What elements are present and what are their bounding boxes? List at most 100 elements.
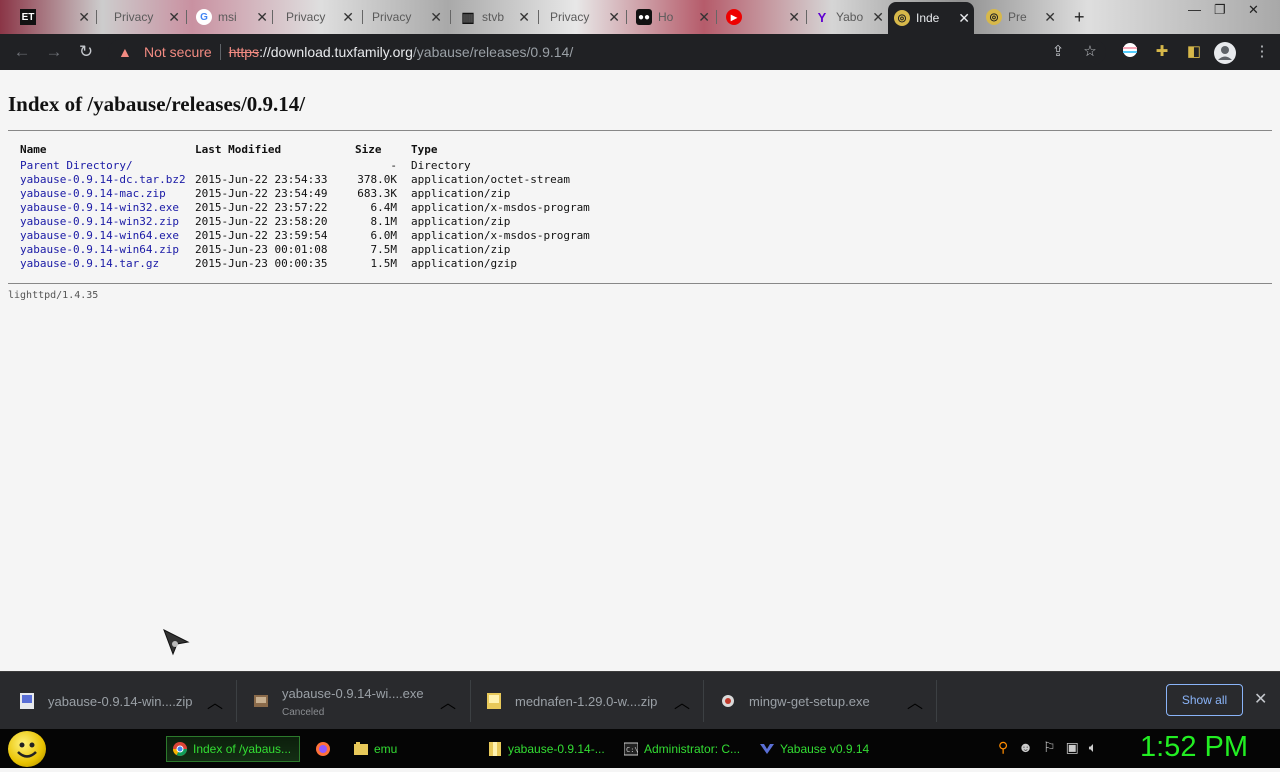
start-button[interactable]: [8, 731, 46, 767]
col-name[interactable]: Name: [20, 141, 195, 158]
taskbar-label: Index of /yabaus...: [193, 742, 292, 756]
download-item-2[interactable]: yabause-0.9.14-wi....exe Canceled: [254, 672, 424, 730]
close-tab-icon[interactable]: ✕: [1044, 9, 1056, 26]
download-item-4[interactable]: mingw-get-setup.exe: [721, 672, 870, 730]
device-icon[interactable]: ▣: [1066, 739, 1079, 756]
bookmark-star-icon[interactable]: ☆: [1080, 42, 1100, 62]
chevron-up-icon[interactable]: ︿: [907, 672, 923, 730]
tab-6[interactable]: ▥ stvb ✕: [454, 4, 534, 30]
security-status[interactable]: Not secure: [144, 44, 212, 60]
taskbar-item-yabause[interactable]: Yabause v0.9.14: [754, 736, 875, 762]
address-bar[interactable]: ▲ Not secure https://download.tuxfamily.…: [108, 39, 1106, 65]
tab-5[interactable]: Privacy ✕: [366, 4, 446, 30]
tab-label: Inde: [916, 11, 940, 25]
show-all-downloads-button[interactable]: Show all: [1166, 684, 1243, 716]
tab-active[interactable]: ◎ Inde ✕: [888, 2, 974, 34]
type-cell: application/gzip: [411, 256, 517, 270]
size-cell: 378.0K: [357, 172, 397, 186]
taskbar-label: Yabause v0.9.14: [780, 742, 870, 756]
tab-2[interactable]: Privacy ✕: [98, 4, 184, 30]
minimize-icon[interactable]: —: [1188, 2, 1201, 17]
taskbar-item-archive[interactable]: yabause-0.9.14-...: [482, 736, 611, 762]
emoji-tray-icon[interactable]: ☻: [1018, 739, 1033, 756]
tab-12[interactable]: ◎ Pre ✕: [980, 4, 1060, 30]
volume-icon[interactable]: 🔈︎: [1089, 739, 1097, 756]
file-link[interactable]: yabause-0.9.14-win64.zip: [20, 243, 179, 256]
table-row: yabause-0.9.14-win64.exe 2015-Jun-22 23:5…: [20, 228, 590, 242]
close-tab-icon[interactable]: ✕: [788, 9, 800, 26]
taskbar-item-firefox[interactable]: [310, 736, 342, 762]
url-separator: ://: [259, 44, 271, 60]
cmd-icon: C:\: [624, 742, 638, 756]
side-panel-icon[interactable]: ◧: [1184, 42, 1204, 62]
taskbar-item-cmd[interactable]: C:\ Administrator: C...: [618, 736, 746, 762]
file-link[interactable]: yabause-0.9.14-win32.exe: [20, 201, 179, 214]
tab-label: msi: [218, 10, 237, 24]
download-item-1[interactable]: yabause-0.9.14-win....zip: [20, 672, 193, 730]
col-type[interactable]: Type: [397, 141, 590, 158]
server-signature: lighttpd/1.4.35: [8, 290, 99, 301]
file-link[interactable]: yabause-0.9.14-mac.zip: [20, 187, 166, 200]
file-link[interactable]: yabause-0.9.14-win32.zip: [20, 215, 179, 228]
file-link[interactable]: Parent Directory/: [20, 159, 133, 172]
close-tab-icon[interactable]: ✕: [872, 9, 884, 26]
file-link[interactable]: yabause-0.9.14-dc.tar.bz2: [20, 173, 186, 186]
download-filename: yabause-0.9.14-win....zip: [48, 693, 193, 709]
close-tab-icon[interactable]: ✕: [342, 9, 354, 26]
close-shelf-icon[interactable]: ✕: [1254, 689, 1267, 709]
back-button[interactable]: ←: [12, 42, 32, 62]
share-icon[interactable]: ⇪: [1048, 42, 1068, 62]
tab-1[interactable]: ET ✕: [14, 4, 94, 30]
tab-4[interactable]: Privacy ✕: [276, 4, 358, 30]
menu-icon[interactable]: ⋮: [1252, 42, 1272, 62]
page-content: Index of /yabause/releases/0.9.14/ Name …: [0, 70, 1280, 671]
table-row: yabause-0.9.14-win32.exe 2015-Jun-22 23:5…: [20, 200, 590, 214]
tab-10[interactable]: Y Yabo ✕: [808, 4, 888, 30]
close-tab-icon[interactable]: ✕: [256, 9, 268, 26]
file-name-cell: yabause-0.9.14-dc.tar.bz2: [20, 172, 195, 186]
taskbar-item-chrome[interactable]: Index of /yabaus...: [166, 736, 300, 762]
tab-3[interactable]: G msi ✕: [190, 4, 272, 30]
close-window-icon[interactable]: ✕: [1248, 2, 1259, 18]
col-size[interactable]: Size: [355, 141, 397, 158]
youtube-icon: ▶: [726, 9, 742, 25]
system-tray: ⚲ ☻ ⚐ ▣ 🔈︎: [998, 739, 1097, 756]
archive-icon: [489, 742, 501, 756]
chevron-up-icon[interactable]: ︿: [674, 672, 690, 730]
file-name-cell: yabause-0.9.14-win32.exe: [20, 200, 195, 214]
file-link[interactable]: yabause-0.9.14-win64.exe: [20, 229, 179, 242]
modified-cell: 2015-Jun-22 23:54:33: [195, 172, 328, 186]
col-modified[interactable]: Last Modified: [195, 141, 355, 158]
close-tab-icon[interactable]: ✕: [958, 10, 970, 27]
modified-cell: 2015-Jun-23 00:01:08: [195, 242, 328, 256]
network-icon[interactable]: ⚐: [1043, 739, 1056, 756]
close-tab-icon[interactable]: ✕: [78, 9, 90, 26]
restore-icon[interactable]: ❐: [1214, 2, 1226, 18]
divider: [8, 130, 1272, 131]
new-tab-button[interactable]: +: [1068, 4, 1098, 30]
tab-9[interactable]: ▶ ✕: [720, 4, 804, 30]
tab-7[interactable]: Privacy ✕: [540, 4, 624, 30]
download-item-3[interactable]: mednafen-1.29.0-w....zip: [487, 672, 657, 730]
file-link[interactable]: yabause-0.9.14.tar.gz: [20, 257, 159, 270]
chevron-up-icon[interactable]: ︿: [207, 672, 223, 730]
forward-button[interactable]: →: [44, 42, 64, 62]
extensions-icon[interactable]: ✚: [1152, 42, 1172, 62]
tab-label: Privacy: [114, 10, 154, 24]
chevron-up-icon[interactable]: ︿: [440, 672, 456, 730]
profile-flag-icon[interactable]: [1120, 42, 1140, 62]
account-avatar-icon[interactable]: [1214, 42, 1236, 64]
reload-button[interactable]: ↻: [76, 42, 96, 62]
search-icon[interactable]: ⚲: [998, 739, 1008, 756]
close-tab-icon[interactable]: ✕: [168, 9, 180, 26]
tab-8[interactable]: ●● Ho ✕: [630, 4, 714, 30]
media-icon: ●●: [636, 9, 652, 25]
close-tab-icon[interactable]: ✕: [608, 9, 620, 26]
clock[interactable]: 1:52 PM: [1140, 731, 1248, 764]
yabause-icon: [760, 744, 774, 754]
close-tab-icon[interactable]: ✕: [518, 9, 530, 26]
close-tab-icon[interactable]: ✕: [698, 9, 710, 26]
close-tab-icon[interactable]: ✕: [430, 9, 442, 26]
taskbar-item-emu[interactable]: emu: [348, 736, 403, 762]
mouse-cursor-icon: [163, 628, 190, 656]
